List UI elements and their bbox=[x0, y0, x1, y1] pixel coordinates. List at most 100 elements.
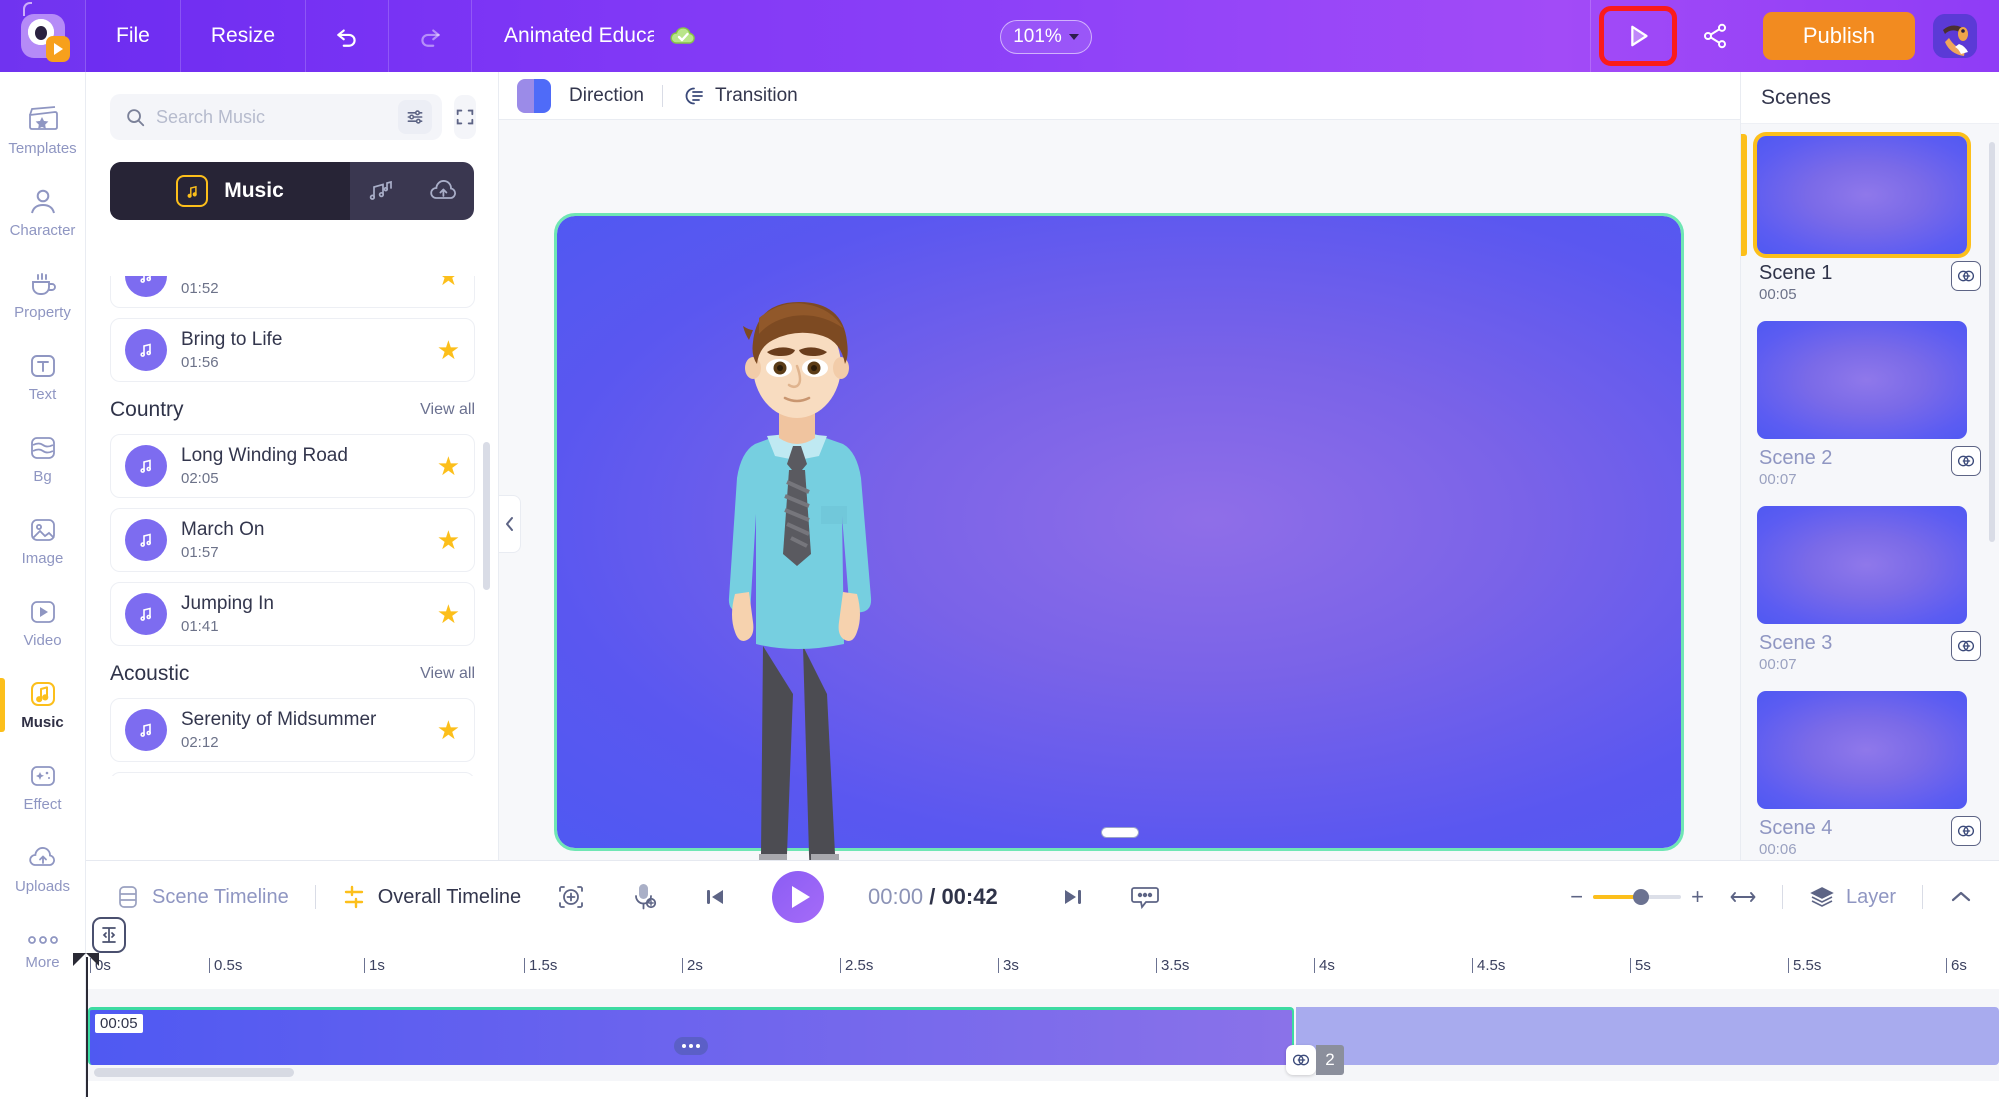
favorite-star-icon[interactable]: ★ bbox=[437, 335, 460, 366]
play-button[interactable] bbox=[772, 871, 824, 923]
add-scene-button[interactable] bbox=[556, 882, 586, 912]
scene-thumbnail[interactable] bbox=[1757, 321, 1967, 439]
publish-button[interactable]: Publish bbox=[1762, 12, 1915, 60]
sidebar-item-label: Video bbox=[23, 631, 62, 649]
scene-list[interactable]: Scene 1 00:05 Scene 2 00:07 Scene 3 00:0… bbox=[1741, 124, 1999, 860]
sidebar-item-music[interactable]: Music bbox=[0, 664, 86, 746]
scene-card-4[interactable]: Scene 4 00:06 bbox=[1757, 691, 1983, 860]
zoom-level-selector[interactable]: 101% bbox=[1000, 20, 1092, 54]
scene-card-2[interactable]: Scene 2 00:07 bbox=[1757, 321, 1983, 500]
redo-button[interactable] bbox=[389, 0, 473, 72]
tab-sound-effects[interactable] bbox=[350, 162, 412, 220]
tab-upload-cloud[interactable] bbox=[412, 162, 474, 220]
app-logo[interactable] bbox=[0, 0, 86, 72]
music-list-scrollbar[interactable] bbox=[483, 442, 490, 590]
timeline-horizontal-scrollbar[interactable] bbox=[94, 1068, 294, 1077]
undo-button[interactable] bbox=[306, 0, 390, 72]
subtitle-button[interactable] bbox=[1130, 883, 1160, 911]
scene-transition-button[interactable] bbox=[1951, 816, 1981, 846]
previous-frame-button[interactable] bbox=[702, 884, 728, 910]
total-time: 00:42 bbox=[941, 884, 998, 909]
list-item[interactable]: Jumping In 01:41 ★ bbox=[110, 582, 475, 646]
scene-thumbnail[interactable] bbox=[1757, 506, 1967, 624]
list-item[interactable]: Bring to Life 01:56 ★ bbox=[110, 318, 475, 382]
preview-button[interactable] bbox=[1598, 6, 1677, 66]
project-title-area[interactable]: Animated Educa bbox=[472, 24, 698, 48]
direction-swatch[interactable] bbox=[517, 78, 551, 113]
scene-transition-button[interactable] bbox=[1951, 446, 1981, 476]
list-item[interactable]: March On 01:57 ★ bbox=[110, 508, 475, 572]
ruler-tick: 5.5s bbox=[1787, 957, 1822, 974]
list-item[interactable]: Long Winding Road 02:05 ★ bbox=[110, 434, 475, 498]
zoom-slider-knob[interactable] bbox=[1633, 889, 1650, 905]
favorite-star-icon[interactable]: ★ bbox=[437, 276, 460, 292]
timeline-lock-button[interactable] bbox=[92, 917, 126, 953]
sidebar-item-bg[interactable]: Bg bbox=[0, 418, 86, 500]
zoom-in-button[interactable]: + bbox=[1691, 884, 1704, 910]
sidebar-item-image[interactable]: Image bbox=[0, 500, 86, 582]
scene-thumbnail[interactable] bbox=[1757, 691, 1967, 809]
direction-button[interactable]: Direction bbox=[569, 85, 644, 107]
fit-timeline-button[interactable] bbox=[1730, 888, 1756, 906]
sidebar-item-uploads[interactable]: Uploads bbox=[0, 828, 86, 910]
clip-options-button[interactable] bbox=[674, 1037, 708, 1055]
collapse-panel-button[interactable] bbox=[499, 495, 521, 553]
scene-card-1[interactable]: Scene 1 00:05 bbox=[1741, 134, 1983, 315]
sidebar-item-effect[interactable]: Effect bbox=[0, 746, 86, 828]
view-all-link[interactable]: View all bbox=[420, 665, 475, 683]
sidebar-item-more[interactable]: More bbox=[0, 910, 86, 992]
song-duration: 01:41 bbox=[181, 618, 219, 635]
sidebar-item-video[interactable]: Video bbox=[0, 582, 86, 664]
list-item[interactable]: Serenity of Midsummer 02:12 ★ bbox=[110, 698, 475, 762]
slide-canvas[interactable] bbox=[554, 213, 1684, 994]
effect-icon bbox=[30, 765, 55, 786]
view-all-link[interactable]: View all bbox=[420, 401, 475, 419]
share-button[interactable] bbox=[1685, 0, 1745, 72]
avatar[interactable] bbox=[1933, 14, 1977, 58]
list-item[interactable]: Kissed by the Sun 02:04 ★ bbox=[110, 772, 475, 776]
timeline-zoom-slider[interactable]: − + bbox=[1570, 884, 1704, 910]
filter-button[interactable] bbox=[398, 100, 432, 134]
scene-transition-button[interactable] bbox=[1951, 261, 1981, 291]
music-list[interactable]: 01:52 ★ Bring to Life 01:56 bbox=[86, 276, 498, 776]
overall-timeline-button[interactable]: Overall Timeline bbox=[342, 884, 521, 910]
transition-button[interactable]: Transition bbox=[681, 85, 798, 107]
scene-card-3[interactable]: Scene 3 00:07 bbox=[1757, 506, 1983, 685]
clip-transition-badge[interactable]: 2 bbox=[1286, 1045, 1344, 1075]
scene-transition-button[interactable] bbox=[1951, 631, 1981, 661]
favorite-star-icon[interactable]: ★ bbox=[437, 715, 460, 746]
record-voice-button[interactable] bbox=[630, 881, 658, 913]
sidebar-item-property[interactable]: Property bbox=[0, 254, 86, 336]
canvas-stage[interactable] bbox=[499, 120, 1740, 994]
scene-meta: Scene 1 00:05 bbox=[1757, 254, 1983, 315]
layer-button[interactable]: Layer bbox=[1809, 885, 1896, 909]
templates-icon bbox=[28, 105, 58, 130]
scene-timeline-button[interactable]: Scene Timeline bbox=[116, 884, 289, 910]
scene-thumbnail[interactable] bbox=[1757, 136, 1967, 254]
favorite-star-icon[interactable]: ★ bbox=[437, 599, 460, 630]
expand-panel-button[interactable] bbox=[454, 95, 476, 139]
tab-music[interactable]: Music bbox=[110, 162, 350, 220]
timeline-clip-current[interactable]: 00:05 bbox=[88, 1007, 1294, 1065]
file-menu[interactable]: File bbox=[86, 0, 181, 72]
resize-menu[interactable]: Resize bbox=[181, 0, 307, 72]
favorite-star-icon[interactable]: ★ bbox=[437, 451, 460, 482]
scenes-scrollbar[interactable] bbox=[1989, 142, 1995, 542]
list-item[interactable]: 01:52 ★ bbox=[110, 276, 475, 308]
sidebar-item-templates[interactable]: Templates bbox=[0, 90, 86, 172]
collapse-timeline-button[interactable] bbox=[1949, 889, 1973, 905]
search-box[interactable] bbox=[110, 94, 442, 140]
canvas-resize-handle[interactable] bbox=[1100, 827, 1139, 838]
timeline-ruler[interactable]: 0s 0.5s 1s 1.5s 2s 2.5s 3s 3.5s 4s 4.5s … bbox=[73, 917, 1999, 1097]
zoom-out-button[interactable]: − bbox=[1570, 884, 1583, 910]
next-frame-button[interactable] bbox=[1060, 884, 1086, 910]
search-input[interactable] bbox=[156, 106, 388, 128]
timeline-playhead[interactable] bbox=[73, 953, 99, 1097]
sidebar-item-text[interactable]: Text bbox=[0, 336, 86, 418]
timeline-track-area[interactable]: 00:05 2 bbox=[86, 989, 1999, 1081]
timeline-clip-next[interactable] bbox=[1296, 1007, 1999, 1065]
sidebar-item-character[interactable]: Character bbox=[0, 172, 86, 254]
zoom-slider-track[interactable] bbox=[1593, 889, 1682, 905]
favorite-star-icon[interactable]: ★ bbox=[437, 525, 460, 556]
ruler-tick: 0.5s bbox=[208, 957, 243, 974]
